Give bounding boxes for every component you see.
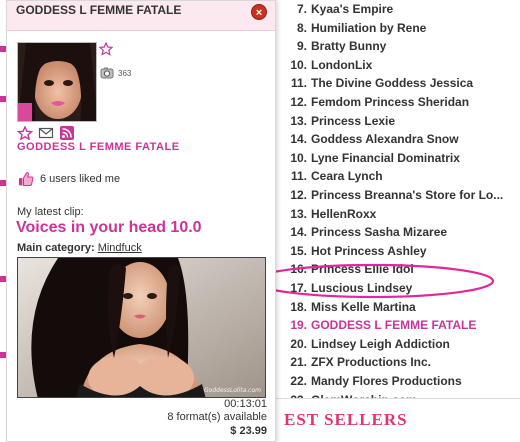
list-item-rank: 12.	[290, 95, 307, 109]
avatar-image	[18, 43, 96, 121]
list-item[interactable]: 11. Ceara Lynch	[281, 167, 383, 185]
camera-icon	[100, 67, 114, 79]
best-sellers-section: EST SELLERS	[270, 398, 520, 442]
top-stores-list: 7. Kyaa's Empire 8. Humiliation by Rene 9. Br…	[270, 0, 520, 442]
list-item-name[interactable]: LondonLix	[311, 58, 372, 72]
list-item[interactable]: 12. Princess Breanna's Store for Lo...	[281, 186, 503, 204]
list-item-rank: 21.	[290, 355, 307, 370]
list-item-rank: 8.	[296, 20, 307, 35]
profile-actions	[17, 126, 75, 140]
clip-formats: 8 format(s) available	[167, 411, 267, 423]
list-item[interactable]: 8. Humiliation by Rene	[281, 19, 426, 37]
list-item[interactable]: 20. Lindsey Leigh Addiction	[281, 335, 450, 353]
list-item[interactable]: 21. ZFX Productions Inc.	[281, 353, 431, 371]
highlight-ellipse	[251, 263, 495, 299]
star-outline-icon[interactable]	[17, 126, 33, 140]
clip-price: $ 23.99	[230, 425, 267, 437]
list-item-name[interactable]: The Divine Goddess Jessica	[311, 76, 473, 90]
thumbs-up-icon[interactable]	[18, 171, 34, 187]
main-category-link[interactable]: Mindfuck	[98, 242, 142, 254]
list-item-rank: 11.	[290, 169, 307, 184]
list-item[interactable]: 13. HellenRoxx	[281, 205, 376, 223]
list-item-name[interactable]: Princess Sasha Mizaree	[311, 225, 447, 239]
list-item[interactable]: 14. Goddess Alexandra Snow	[281, 130, 459, 148]
list-item-rank: 15.	[290, 243, 307, 258]
list-item-name[interactable]: Princess Breanna's Store for Lo...	[311, 188, 503, 202]
list-item-rank: 10.	[290, 150, 307, 165]
mail-icon[interactable]	[38, 126, 54, 140]
list-item-name[interactable]: Lyne Financial Dominatrix	[311, 151, 460, 165]
list-item[interactable]: 22. Mandy Flores Productions	[281, 372, 462, 390]
list-item-name[interactable]: Ceara Lynch	[311, 169, 383, 183]
list-item-rank: 12.	[290, 188, 307, 202]
likes-row: 6 users liked me	[18, 171, 120, 187]
list-item-name[interactable]: Bratty Bunny	[311, 39, 386, 53]
clip-thumbnail[interactable]: GoddessLolita.com	[17, 257, 266, 398]
view-count: 363	[118, 69, 132, 78]
list-item-name[interactable]: Femdom Princess Sheridan	[311, 95, 469, 109]
list-item-name[interactable]: Hot Princess Ashley	[311, 244, 427, 258]
profile-name-link[interactable]: GODDESS L FEMME FATALE	[17, 141, 180, 153]
list-item-name[interactable]: Goddess Alexandra Snow	[311, 132, 459, 146]
list-item-rank: 13.	[290, 206, 307, 221]
popup-title: GODDESS L FEMME FATALE	[16, 3, 182, 17]
list-item[interactable]: 18. Miss Kelle Martina	[281, 298, 416, 316]
list-item-name[interactable]: Lindsey Leigh Addiction	[311, 337, 450, 351]
thumbnail-watermark: GoddessLolita.com	[204, 387, 261, 394]
star-badge-icon	[99, 42, 113, 56]
list-item[interactable]: 19. GODDESS L FEMME FATALE	[281, 316, 476, 334]
list-item-name[interactable]: Princess Lexie	[311, 114, 395, 128]
list-item[interactable]: 13. Princess Lexie	[281, 112, 395, 130]
list-item-name[interactable]: Kyaa's Empire	[311, 2, 393, 16]
avatar[interactable]	[17, 42, 97, 122]
list-item-name[interactable]: Mandy Flores Productions	[311, 374, 462, 388]
clip-duration: 00:13:01	[224, 398, 267, 410]
likes-count-text: 6 users liked me	[40, 173, 121, 185]
latest-clip-label: My latest clip:	[17, 206, 84, 218]
main-category: Main category: Mindfuck	[17, 242, 142, 254]
clip-thumbnail-image: GoddessLolita.com	[18, 258, 265, 397]
rss-icon[interactable]	[59, 126, 75, 140]
list-item[interactable]: 10. LondonLix	[281, 56, 372, 74]
list-item-rank: 14.	[290, 225, 307, 240]
list-item-name[interactable]: Miss Kelle Martina	[311, 300, 416, 314]
list-item[interactable]: 11. The Divine Goddess Jessica	[281, 74, 473, 92]
clip-title-link[interactable]: Voices in your head 10.0	[16, 219, 202, 237]
list-item-name[interactable]: Humiliation by Rene	[311, 21, 426, 35]
close-button[interactable]: ×	[251, 4, 267, 20]
list-item[interactable]: 7. Kyaa's Empire	[281, 0, 393, 18]
list-item-rank: 7.	[296, 2, 307, 16]
list-item-rank: 19.	[290, 318, 307, 333]
popup-header: GODDESS L FEMME FATALE ×	[7, 1, 275, 31]
list-item-rank: 14.	[290, 132, 307, 147]
list-item-rank: 11.	[290, 76, 307, 91]
list-item-rank: 13.	[290, 113, 307, 128]
list-item-rank: 9.	[296, 39, 307, 54]
list-item[interactable]: 15. Hot Princess Ashley	[281, 242, 427, 260]
list-item-rank: 10.	[290, 57, 307, 72]
best-sellers-heading: EST SELLERS	[284, 410, 408, 429]
list-item-rank: 22.	[290, 374, 307, 388]
list-item[interactable]: 9. Bratty Bunny	[281, 37, 386, 55]
list-item[interactable]: 14. Princess Sasha Mizaree	[281, 223, 447, 241]
list-item[interactable]: 12. Femdom Princess Sheridan	[281, 93, 469, 111]
list-item[interactable]: 10. Lyne Financial Dominatrix	[281, 149, 460, 167]
list-item-name[interactable]: GODDESS L FEMME FATALE	[311, 318, 476, 332]
list-item-rank: 18.	[290, 299, 307, 314]
page: 7. Kyaa's Empire 8. Humiliation by Rene 9. Br…	[0, 0, 520, 442]
main-category-label: Main category:	[17, 242, 95, 254]
list-item-name[interactable]: ZFX Productions Inc.	[311, 355, 431, 369]
profile-popup: GODDESS L FEMME FATALE × 363 GODDESS L F…	[6, 0, 276, 442]
list-item-rank: 20.	[290, 336, 307, 351]
list-item-name[interactable]: HellenRoxx	[311, 207, 376, 221]
